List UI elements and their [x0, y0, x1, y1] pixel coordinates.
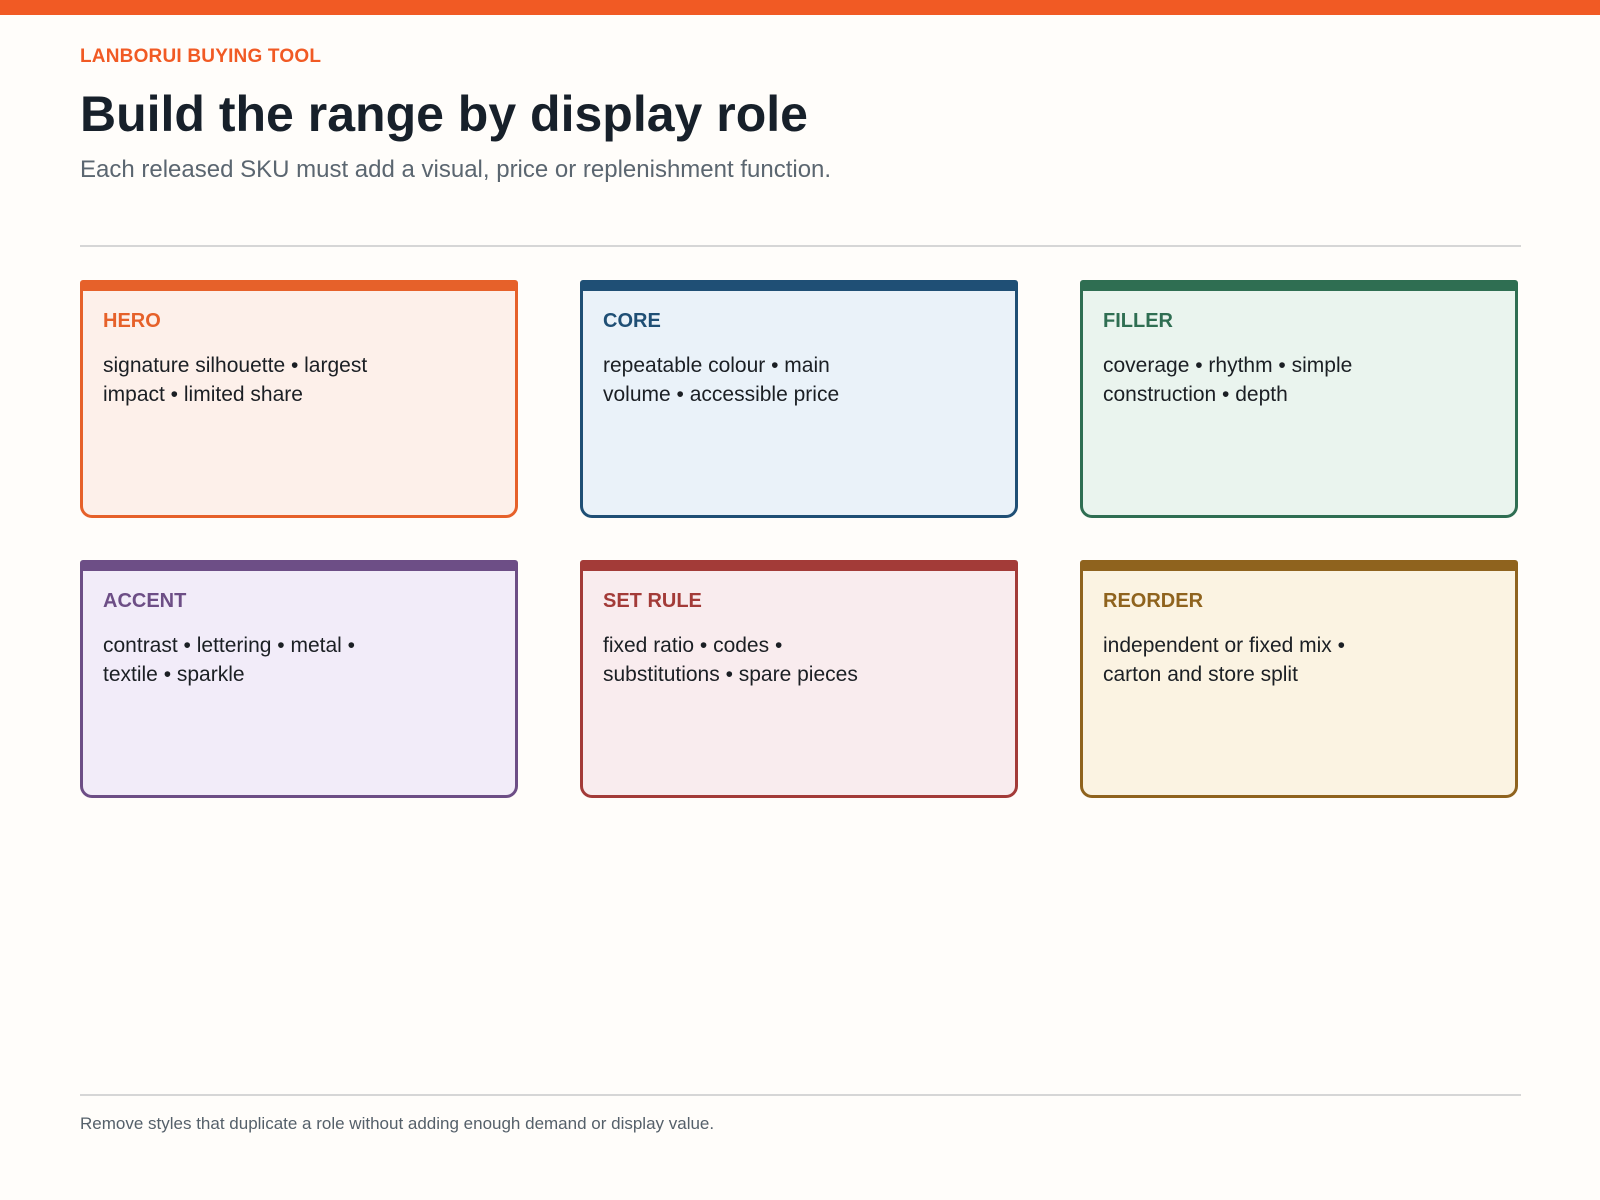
page-title: Build the range by display role [80, 86, 808, 142]
footer-note: Remove styles that duplicate a role with… [80, 1114, 715, 1133]
role-card-reorder: REORDER independent or fixed mix • carto… [1080, 560, 1518, 798]
eyebrow-label: LANBORUI BUYING TOOL [80, 46, 322, 67]
role-card-description: repeatable colour • main volume • access… [603, 354, 840, 406]
footer-divider [80, 1094, 1521, 1096]
top-accent-bar [0, 0, 1600, 15]
role-card-set-rule: SET RULE fixed ratio • codes • substitut… [580, 560, 1018, 798]
header-divider [80, 245, 1521, 247]
role-card-title: FILLER [1103, 310, 1173, 332]
role-card-description: fixed ratio • codes • substitutions • sp… [603, 634, 858, 686]
role-card-accent: ACCENT contrast • lettering • metal • te… [80, 560, 518, 798]
role-card-description: coverage • rhythm • simple construction … [1103, 354, 1353, 406]
role-card-filler: FILLER coverage • rhythm • simple constr… [1080, 280, 1518, 518]
role-card-title: SET RULE [603, 590, 702, 612]
role-card-description: signature silhouette • largest impact • … [103, 354, 368, 406]
role-card-description: independent or fixed mix • carton and st… [1103, 634, 1345, 686]
role-card-title: CORE [603, 310, 661, 332]
role-card-description: contrast • lettering • metal • textile •… [103, 634, 355, 686]
role-card-title: ACCENT [103, 590, 187, 612]
page-subtitle: Each released SKU must add a visual, pri… [80, 156, 832, 183]
role-card-title: REORDER [1103, 590, 1204, 612]
role-card-hero: HERO signature silhouette • largest impa… [80, 280, 518, 518]
role-card-title: HERO [103, 310, 161, 332]
role-card-core: CORE repeatable colour • main volume • a… [580, 280, 1018, 518]
